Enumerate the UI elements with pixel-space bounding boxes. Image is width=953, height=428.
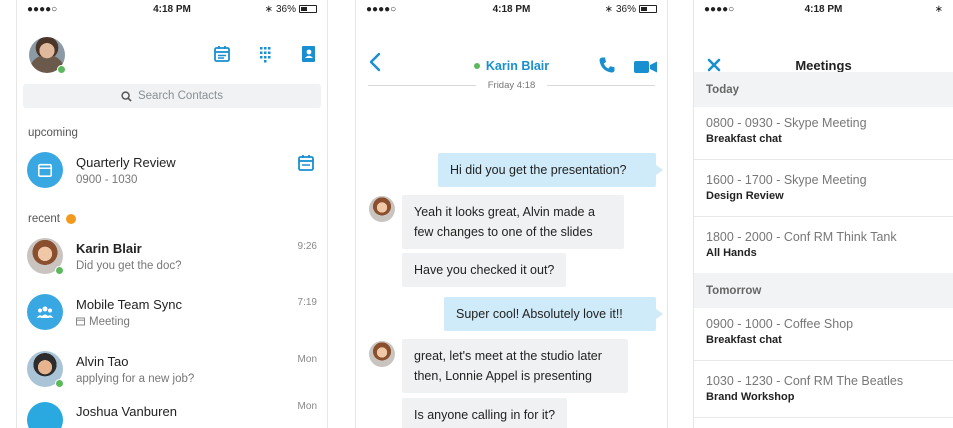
contacts-header xyxy=(17,18,327,74)
recent-name: Joshua Vanburen xyxy=(76,403,177,419)
presence-dot xyxy=(57,65,66,74)
upcoming-meeting-row[interactable]: Quarterly Review 0900 - 1030 xyxy=(27,146,317,194)
meeting-item[interactable]: 0800 - 0930 - Skype Meeting Breakfast ch… xyxy=(694,103,953,160)
status-bar: ●●●●○ 4:18 PM ∗ 36% xyxy=(17,0,327,18)
recent-row-joshua-vanburen[interactable]: Joshua Vanburen Mon xyxy=(27,396,317,428)
group-icon xyxy=(36,306,54,318)
battery-icon xyxy=(639,5,657,13)
status-time: 4:18 PM xyxy=(153,3,191,15)
meeting-name: Design Review xyxy=(706,190,784,202)
chat-screen: ●●●●○ 4:18 PM ∗ 36% Karin Blair Friday 4… xyxy=(355,0,668,428)
day-divider-label: Friday 4:18 xyxy=(487,80,536,91)
calendar-icon xyxy=(37,163,53,178)
meeting-name: Brand Workshop xyxy=(706,391,795,403)
presence-dot xyxy=(473,63,480,69)
my-profile-avatar[interactable] xyxy=(29,37,66,74)
recent-name: Mobile Team Sync xyxy=(76,296,182,312)
upcoming-section-label: upcoming xyxy=(28,127,78,139)
recent-notification-dot xyxy=(65,214,76,224)
meeting-name: Breakfast chat xyxy=(706,334,782,346)
presence-dot xyxy=(55,266,64,275)
meeting-item[interactable]: 1030 - 1230 - Conf RM The Beatles Brand … xyxy=(694,361,953,418)
status-bar: ●●●●○ 4:18 PM ∗ xyxy=(694,0,953,18)
recent-row-alvin-tao[interactable]: Alvin Tao applying for a new job? Mon xyxy=(27,345,317,393)
recent-row-karin-blair[interactable]: Karin Blair Did you get the doc? 9:26 xyxy=(27,232,317,280)
meetings-screen: ●●●●○ 4:18 PM ∗ Meetings Today 0800 - 09… xyxy=(693,0,953,428)
recent-message-row: Meeting xyxy=(76,316,317,328)
upcoming-meeting-time: 0900 - 1030 xyxy=(76,173,138,186)
chat-contact-title[interactable]: Karin Blair xyxy=(356,59,667,73)
recent-time: 7:19 xyxy=(297,297,317,308)
recent-section-label: recent xyxy=(28,213,76,225)
message-bubble-outgoing[interactable]: Hi did you get the presentation? xyxy=(438,153,663,187)
message-bubble-incoming[interactable]: Have you checked it out? xyxy=(402,253,567,287)
search-placeholder: Search Contacts xyxy=(137,90,223,102)
recent-label-text: recent xyxy=(28,213,60,225)
meeting-avatar xyxy=(27,152,63,188)
meeting-time-location: 0900 - 1000 - Coffee Shop xyxy=(706,317,854,331)
recent-name: Karin Blair xyxy=(76,240,142,256)
karin-blair-avatar xyxy=(369,341,395,367)
status-time: 4:18 PM xyxy=(804,3,843,15)
status-time: 4:18 PM xyxy=(492,3,531,15)
message-bubble-incoming[interactable]: Is anyone calling in for it? xyxy=(402,398,568,428)
meeting-time-location: 1030 - 1230 - Conf RM The Beatles xyxy=(706,374,904,388)
dialpad-icon[interactable] xyxy=(256,45,274,63)
chat-header: Karin Blair xyxy=(356,18,667,73)
day-divider: Friday 4:18 xyxy=(368,80,655,91)
search-contacts-input[interactable]: Search Contacts xyxy=(23,84,321,108)
status-bar: ●●●●○ 4:18 PM ∗ 36% xyxy=(356,0,667,18)
message-bubble-incoming[interactable]: Yeah it looks great, Alvin made a few ch… xyxy=(402,195,624,249)
meeting-item[interactable]: 1800 - 2000 - Conf RM Think Tank All Han… xyxy=(694,217,953,274)
contacts-book-icon[interactable] xyxy=(299,45,317,63)
page-title: Meetings xyxy=(795,58,852,73)
meeting-item[interactable]: 0900 - 1000 - Coffee Shop Breakfast chat xyxy=(694,304,953,361)
contacts-screen: ●●●●○ 4:18 PM ∗ 36% Search Contacts upco… xyxy=(16,0,328,428)
meeting-item[interactable]: 1600 - 1700 - Skype Meeting Design Revie… xyxy=(694,160,953,217)
recent-time: Mon xyxy=(297,401,317,412)
recent-message: Did you get the doc? xyxy=(76,259,182,272)
message-bubble-outgoing[interactable]: Super cool! Absolutely love it!! xyxy=(444,297,663,331)
joshua-vanburen-avatar xyxy=(27,402,63,428)
karin-blair-avatar xyxy=(27,238,64,275)
presence-dot xyxy=(55,379,64,388)
new-meeting-icon[interactable] xyxy=(213,45,231,63)
chat-contact-name: Karin Blair xyxy=(485,59,550,73)
battery-icon xyxy=(299,5,317,13)
upcoming-meeting-title: Quarterly Review xyxy=(76,154,176,170)
meeting-name: All Hands xyxy=(706,247,757,259)
upcoming-label-text: upcoming xyxy=(28,127,78,139)
video-call-icon[interactable] xyxy=(634,58,658,76)
meeting-small-icon xyxy=(76,317,85,326)
phone-call-icon[interactable] xyxy=(598,56,616,74)
group-avatar xyxy=(27,294,63,330)
meeting-time-location: 1600 - 1700 - Skype Meeting xyxy=(706,173,867,187)
recent-time: 9:26 xyxy=(297,241,317,252)
meeting-time-location: 0800 - 0930 - Skype Meeting xyxy=(706,116,867,130)
recent-row-mobile-team-sync[interactable]: Mobile Team Sync Meeting 7:19 xyxy=(27,288,317,336)
recent-name: Alvin Tao xyxy=(76,353,129,369)
recent-message: applying for a new job? xyxy=(76,372,195,385)
day-header-today: Today xyxy=(694,72,953,107)
recent-time: Mon xyxy=(297,354,317,365)
karin-blair-avatar xyxy=(369,196,395,222)
recent-message: Meeting xyxy=(89,315,130,328)
meeting-time-location: 1800 - 2000 - Conf RM Think Tank xyxy=(706,230,897,244)
alvin-tao-avatar xyxy=(27,351,64,388)
day-header-tomorrow: Tomorrow xyxy=(694,273,953,308)
meeting-name: Breakfast chat xyxy=(706,133,782,145)
search-icon xyxy=(121,90,132,102)
message-bubble-incoming[interactable]: great, let's meet at the studio later th… xyxy=(402,339,628,393)
join-meeting-icon[interactable] xyxy=(297,154,315,172)
